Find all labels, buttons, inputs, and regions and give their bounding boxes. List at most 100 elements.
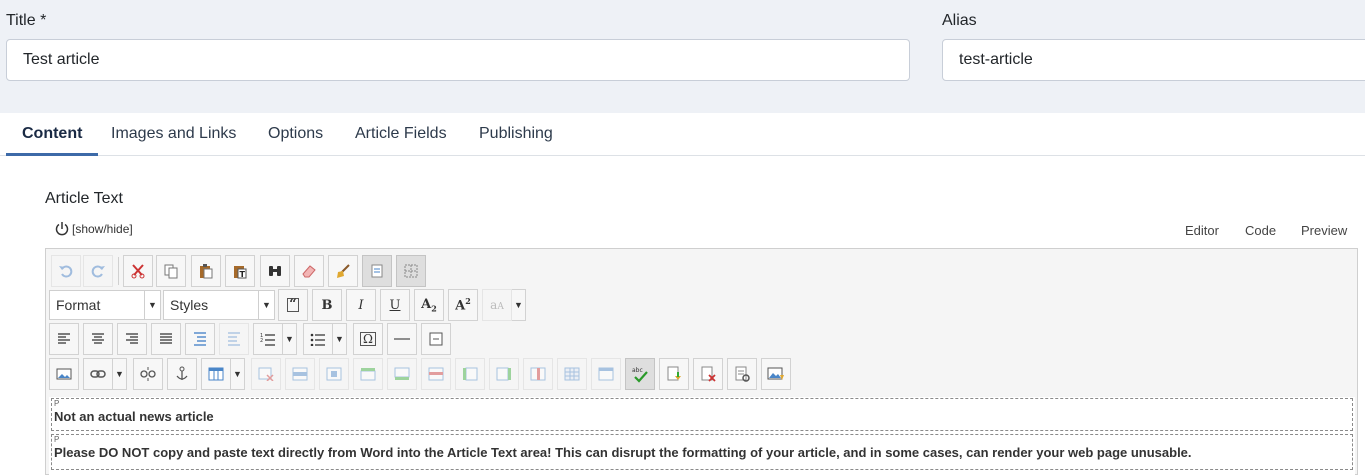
eraser-icon (302, 265, 316, 278)
horizontal-rule-icon (394, 338, 410, 340)
cleanup-button[interactable] (328, 255, 358, 287)
insert-col-after-button[interactable] (489, 358, 519, 390)
delete-table-button[interactable] (251, 358, 281, 390)
visual-aid-button[interactable] (396, 255, 426, 287)
blockquote-button[interactable]: “ (278, 289, 308, 321)
horizontal-rule-button[interactable] (387, 323, 417, 355)
svg-text:T: T (240, 270, 246, 279)
insert-row-after-button[interactable] (387, 358, 417, 390)
insert-col-before-button[interactable] (455, 358, 485, 390)
chevron-down-icon[interactable]: ▼ (231, 358, 245, 390)
tab-images-and-links[interactable]: Images and Links (95, 113, 252, 156)
indent-icon (194, 332, 206, 346)
redo-icon (91, 265, 105, 278)
tab-content[interactable]: Content (6, 113, 99, 156)
format-select[interactable]: Format ▼ (49, 290, 161, 320)
underline-button[interactable]: U (380, 289, 410, 321)
paste-button[interactable] (191, 255, 221, 287)
editor-content-area[interactable]: P Not an actual news article P Please DO… (49, 397, 1355, 475)
insert-file-button[interactable] (659, 358, 689, 390)
font-size-button[interactable]: aA (482, 289, 512, 321)
spellcheck-button[interactable]: abc (625, 358, 655, 390)
superscript-button[interactable]: A2 (448, 289, 478, 321)
chevron-down-icon: ▼ (258, 291, 274, 319)
delete-col-button[interactable] (523, 358, 553, 390)
file-delete-icon (701, 366, 716, 382)
subscript-button[interactable]: A2 (414, 289, 444, 321)
chevron-down-icon[interactable]: ▼ (512, 289, 526, 321)
paragraph-block[interactable]: P Please DO NOT copy and paste text dire… (51, 434, 1353, 470)
delete-row-button[interactable] (421, 358, 451, 390)
outdent-button[interactable] (219, 323, 249, 355)
copy-button[interactable] (156, 255, 186, 287)
template-icon (735, 366, 750, 382)
tab-article-fields[interactable]: Article Fields (339, 113, 463, 156)
chevron-down-icon[interactable]: ▼ (113, 358, 127, 390)
title-input[interactable] (6, 39, 910, 81)
insert-row-before-button[interactable] (353, 358, 383, 390)
bullet-list-button[interactable] (303, 323, 333, 355)
toolbar-row-4: ▼ ▼ abc (49, 358, 1349, 390)
toolbar-row-1: T (49, 255, 1349, 287)
chevron-down-icon[interactable]: ▼ (283, 323, 297, 355)
table-button[interactable] (201, 358, 231, 390)
mode-preview[interactable]: Preview (1301, 223, 1347, 238)
undo-button[interactable] (51, 255, 81, 287)
template-button[interactable] (727, 358, 757, 390)
media-manager-button[interactable] (761, 358, 791, 390)
bold-icon: B (321, 297, 333, 313)
styles-select[interactable]: Styles ▼ (163, 290, 275, 320)
mode-code[interactable]: Code (1245, 223, 1276, 238)
italic-button[interactable]: I (346, 289, 376, 321)
split-cells-button[interactable] (557, 358, 587, 390)
bullet-list-icon (310, 333, 325, 346)
align-right-button[interactable] (117, 323, 147, 355)
image-icon (56, 368, 72, 380)
show-hide-toggle[interactable]: [show/hide] (54, 221, 133, 237)
align-justify-button[interactable] (151, 323, 181, 355)
page-break-button[interactable] (421, 323, 451, 355)
remove-format-button[interactable] (294, 255, 324, 287)
align-center-button[interactable] (83, 323, 113, 355)
paste-text-button[interactable]: T (225, 255, 255, 287)
alias-label: Alias (942, 12, 977, 29)
tab-options[interactable]: Options (252, 113, 339, 156)
find-replace-button[interactable] (260, 255, 290, 287)
toolbar-row-2: Format ▼ Styles ▼ “ B I U A2 A2 aA ▼ (49, 289, 1349, 321)
insert-link-button[interactable] (83, 358, 113, 390)
align-left-button[interactable] (49, 323, 79, 355)
anchor-button[interactable] (167, 358, 197, 390)
delete-file-button[interactable] (693, 358, 723, 390)
ordered-list-icon: 12 (260, 333, 275, 346)
ordered-list-button[interactable]: 12 (253, 323, 283, 355)
chevron-down-icon[interactable]: ▼ (333, 323, 347, 355)
unlink-button[interactable] (133, 358, 163, 390)
redo-button[interactable] (83, 255, 113, 287)
cell-props-button[interactable] (319, 358, 349, 390)
align-center-icon (92, 333, 104, 344)
align-right-icon (126, 333, 138, 344)
insert-image-button[interactable] (49, 358, 79, 390)
visual-chars-button[interactable] (362, 255, 392, 287)
tab-publishing[interactable]: Publishing (463, 113, 569, 156)
bold-button[interactable]: B (312, 289, 342, 321)
svg-text:2: 2 (260, 338, 263, 344)
link-icon (90, 370, 106, 378)
paste-text-icon: T (234, 266, 247, 279)
merge-cells-icon (598, 367, 614, 381)
delete-table-icon (258, 367, 274, 381)
align-left-icon (58, 333, 70, 344)
table-icon (208, 367, 224, 381)
row-props-button[interactable] (285, 358, 315, 390)
paragraph-text: Please DO NOT copy and paste text direct… (54, 445, 1192, 460)
insert-col-before-icon (463, 367, 478, 381)
paragraph-block[interactable]: P Not an actual news article (51, 398, 1353, 431)
mode-editor[interactable]: Editor (1185, 223, 1219, 238)
alias-input[interactable] (942, 39, 1365, 81)
underline-icon: U (389, 297, 401, 313)
row-icon (292, 367, 308, 381)
special-char-button[interactable]: Ω (353, 323, 383, 355)
indent-button[interactable] (185, 323, 215, 355)
merge-cells-button[interactable] (591, 358, 621, 390)
cut-button[interactable] (123, 255, 153, 287)
